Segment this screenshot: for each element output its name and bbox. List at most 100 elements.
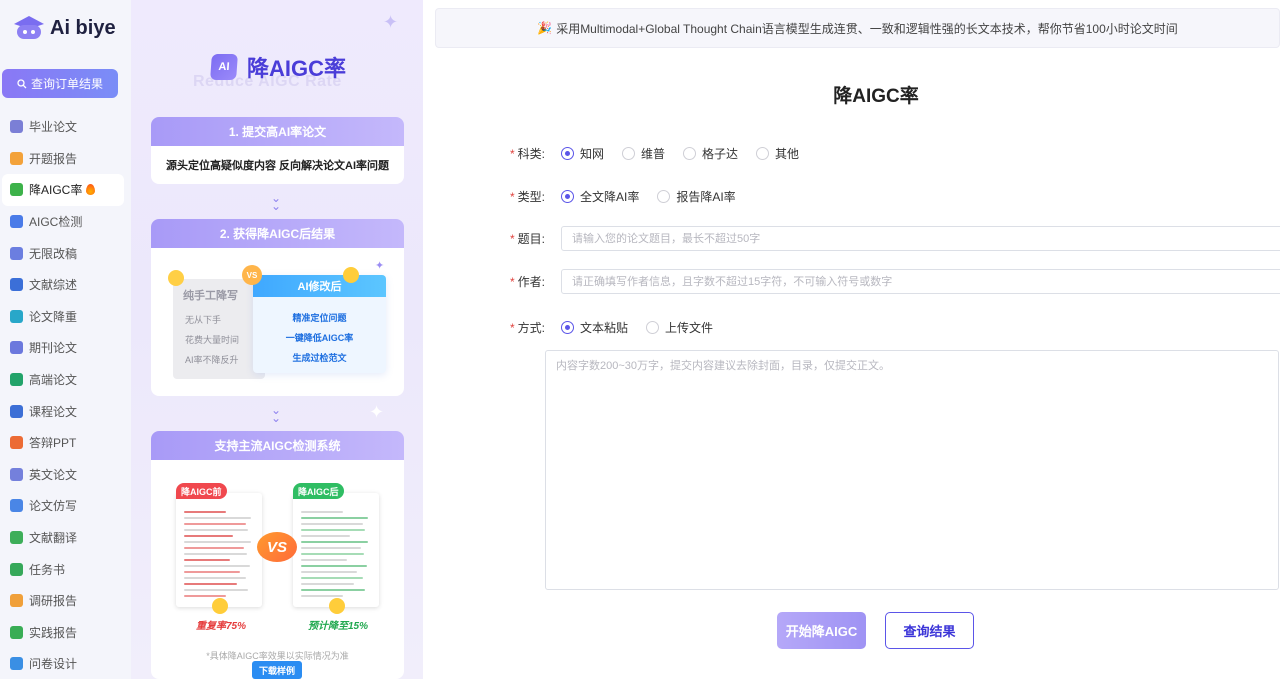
type-radio-group: 全文降AI率 报告降AI率 [561, 188, 754, 205]
required-mark: * [509, 321, 515, 335]
after-rate: 预计降至15% [308, 621, 369, 632]
radio-label: 维普 [641, 147, 666, 161]
sparkle-icon: ✦ [375, 260, 385, 272]
ai-line: 一键降低AIGC率 [285, 333, 354, 343]
logo[interactable]: Ai biye [0, 0, 131, 56]
document-text-line [301, 541, 369, 543]
document-text-line [184, 511, 226, 513]
sidebar-item-9[interactable]: 课程论文 [2, 395, 124, 427]
sidebar-item-7[interactable]: 期刊论文 [2, 332, 124, 364]
sidebar-item-label: 英文论文 [29, 467, 78, 482]
sidebar-item-3[interactable]: AIGC检测 [2, 206, 124, 238]
document-text-line [184, 589, 249, 591]
sidebar-item-label: 毕业论文 [29, 120, 78, 135]
graduation-cap-icon [10, 120, 23, 134]
ppt-icon [10, 436, 23, 450]
sidebar-item-10[interactable]: 答辩PPT [2, 427, 124, 459]
content-textarea[interactable] [545, 350, 1279, 590]
type-radio-option[interactable]: 全文降AI率 [561, 188, 639, 205]
document-text-line [301, 559, 347, 561]
sidebar-item-6[interactable]: 论文降重 [2, 301, 124, 333]
party-popper-icon: 🎉 [537, 21, 553, 35]
query-result-button[interactable]: 查询结果 [885, 612, 974, 649]
document-text-line [301, 511, 343, 513]
sidebar-item-5[interactable]: 文献综述 [2, 269, 124, 301]
ai-line: 生成过检范文 [292, 353, 347, 363]
query-order-button[interactable]: 查询订单结果 [2, 69, 118, 98]
sidebar-item-label: 答辩PPT [29, 436, 77, 451]
document-text-line [301, 517, 368, 519]
document-text-line [301, 547, 361, 549]
start-reduce-aigc-button[interactable]: 开始降AIGC [777, 612, 866, 649]
radio-circle-icon [561, 190, 574, 203]
document-text-line [301, 535, 350, 537]
document-text-line [184, 553, 247, 555]
sidebar-item-label: 开题报告 [29, 151, 78, 166]
before-tag: 降AIGC前 [176, 483, 227, 499]
sidebar-item-1[interactable]: 开题报告 [2, 143, 124, 175]
subject-radio-option[interactable]: 格子达 [683, 145, 738, 162]
wave-icon [10, 309, 23, 323]
required-mark: * [509, 190, 515, 204]
radio-circle-icon [683, 147, 697, 160]
sidebar-item-16[interactable]: 实践报告 [2, 617, 124, 649]
subject-radio-option[interactable]: 维普 [622, 145, 665, 162]
author-input[interactable] [561, 269, 1280, 294]
sidebar-item-13[interactable]: 文献翻译 [2, 522, 124, 554]
sidebar-item-0[interactable]: 毕业论文 [2, 111, 124, 143]
document-text-line [301, 529, 366, 531]
required-mark: * [509, 147, 515, 161]
chevron-down-icon: ⌄ ⌄ [271, 403, 282, 425]
sidebar-item-17[interactable]: 问卷设计 [2, 648, 124, 679]
method-radio-option[interactable]: 上传文件 [646, 319, 713, 336]
document-text-line [184, 529, 249, 531]
worried-emoji-icon [212, 598, 228, 614]
promo-title-text: 降AIGC率 [247, 56, 347, 81]
course-book-icon [10, 404, 23, 418]
sidebar-item-14[interactable]: 任务书 [2, 553, 124, 585]
topic-input[interactable] [561, 226, 1280, 251]
promo-panel: ✦ Reduce AIGC Rate AI 降AIGC率 1. 提交高AI率论文… [131, 0, 423, 679]
download-sample-button[interactable]: 下载样例 [252, 661, 302, 679]
sidebar-item-8[interactable]: 高端论文 [2, 364, 124, 396]
sunglasses-emoji-icon [343, 267, 359, 283]
sidebar-item-11[interactable]: 英文论文 [2, 459, 124, 491]
sidebar-item-label: 实践报告 [29, 625, 78, 640]
sidebar-item-2[interactable]: 降AIGC率 [2, 174, 124, 206]
ai-badge-icon: AI [210, 54, 238, 80]
radio-label: 全文降AI率 [580, 190, 640, 204]
step3-title: 支持主流AIGC检测系统 [151, 431, 404, 460]
ai-badge-icon [10, 183, 23, 197]
type-label: * 类型: [493, 188, 545, 205]
method-label: * 方式: [493, 319, 545, 336]
ai-line: 精准定位问题 [292, 313, 347, 323]
book-icon [10, 278, 23, 292]
ai-rewrite-box: AI修改后 精准定位问题 一键降低AIGC率 生成过检范文 [253, 275, 386, 373]
sidebar-item-label: 问卷设计 [29, 657, 78, 672]
subject-radio-option[interactable]: 知网 [561, 145, 604, 162]
step1-card: 1. 提交高AI率论文 源头定位高疑似度内容 反向解决论文AI率问题 [151, 117, 404, 184]
sparkle-icon: ✦ [383, 12, 399, 32]
task-icon [10, 562, 23, 576]
type-radio-option[interactable]: 报告降AI率 [657, 188, 736, 205]
sidebar-item-12[interactable]: 论文仿写 [2, 490, 124, 522]
radio-circle-icon [646, 321, 660, 334]
subject-radio-option[interactable]: 其他 [756, 145, 799, 162]
document-text-line [184, 517, 251, 519]
smirk-emoji-icon [329, 598, 345, 614]
manual-line: 无从下手 [185, 315, 222, 325]
method-radio-option[interactable]: 文本粘贴 [561, 319, 628, 336]
required-mark: * [509, 232, 515, 246]
sidebar-item-4[interactable]: 无限改稿 [2, 237, 124, 269]
document-text-line [184, 577, 246, 579]
subject-label-text: 科类: [517, 147, 545, 161]
fire-icon [86, 184, 96, 196]
ai-rewrite-title: AI修改后 [253, 275, 386, 297]
crying-emoji-icon [168, 270, 184, 286]
copy-write-icon [10, 499, 23, 513]
topic-label-text: 题目: [517, 232, 545, 246]
sidebar-item-15[interactable]: 调研报告 [2, 585, 124, 617]
vs-badge: VS [257, 532, 297, 562]
radio-circle-icon [657, 190, 671, 203]
sidebar-item-label: 无限改稿 [29, 246, 78, 261]
